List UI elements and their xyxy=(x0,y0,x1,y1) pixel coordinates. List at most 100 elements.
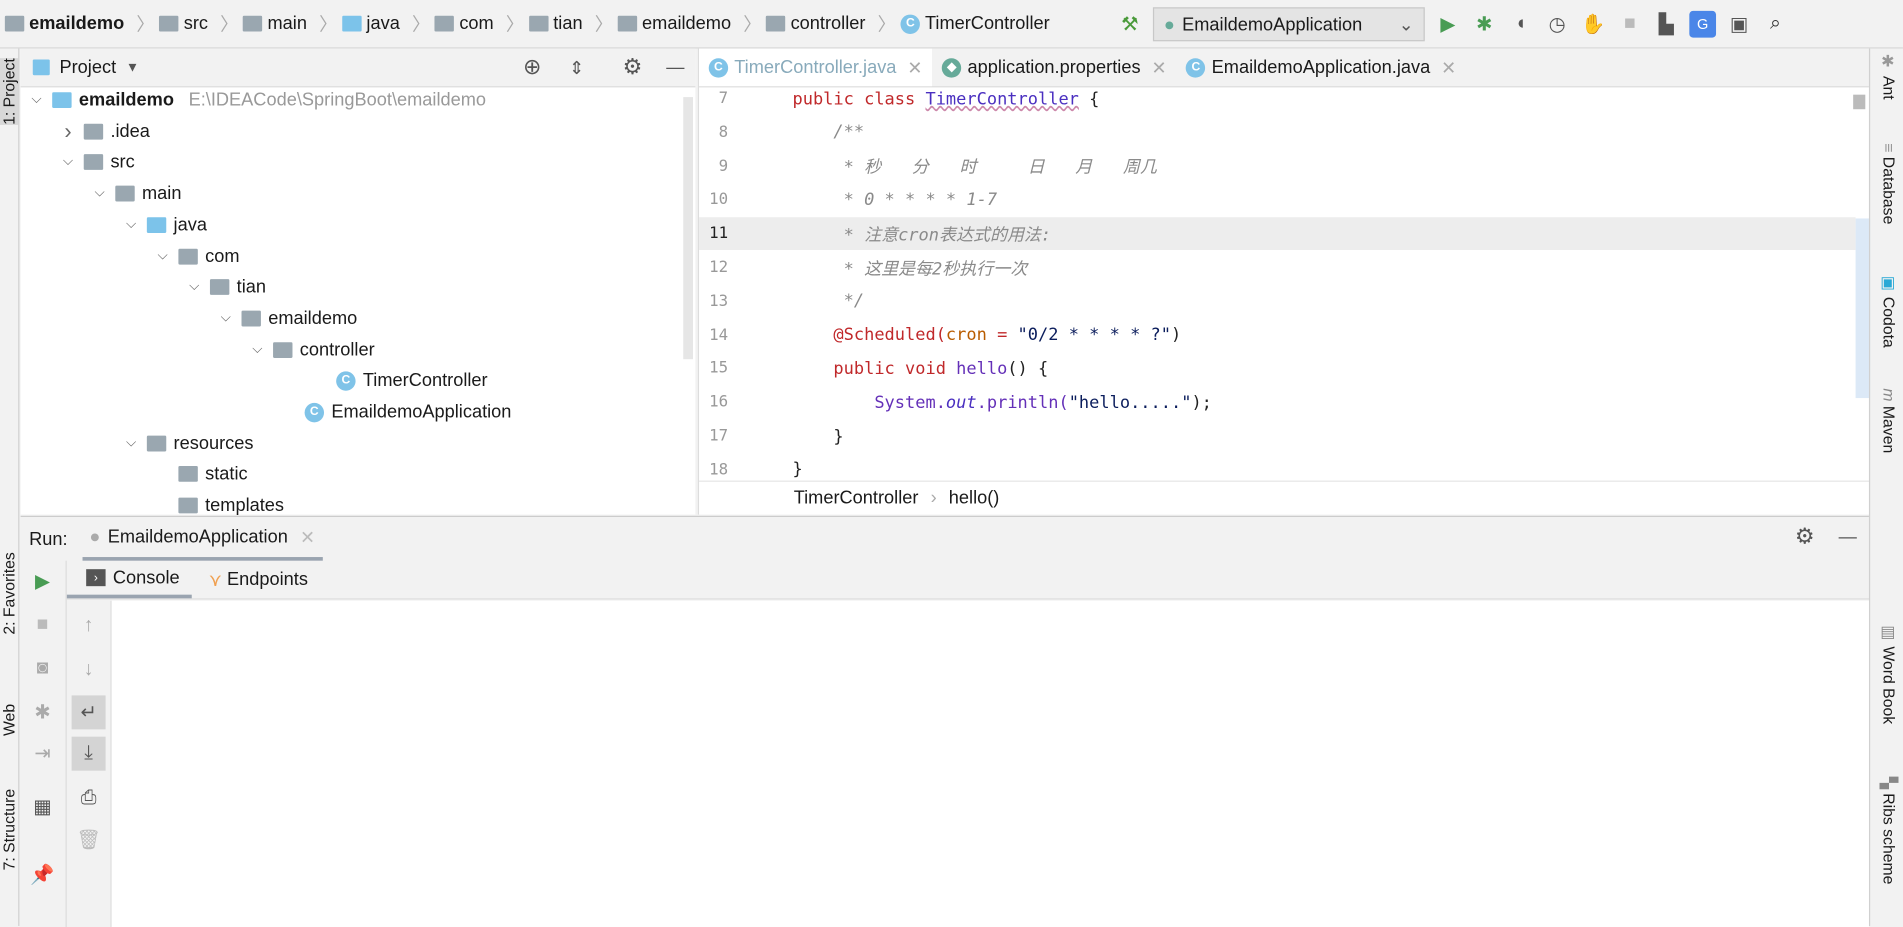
chevron-down-icon[interactable]: ⌵ xyxy=(249,342,266,358)
tool-window-structure[interactable]: 7: Structure xyxy=(0,789,18,871)
chevron-down-icon[interactable]: ⌵ xyxy=(217,311,234,327)
tree-item[interactable]: C EmaildemoApplication xyxy=(280,397,511,427)
run-header: Run: ● EmaildemoApplication ✕ ⚙ — xyxy=(21,517,1869,561)
minimize-icon[interactable]: — xyxy=(1839,527,1857,548)
line-number: 10 xyxy=(709,191,729,210)
profile-icon[interactable]: ◷ xyxy=(1544,11,1571,38)
minimize-icon[interactable]: — xyxy=(666,57,684,78)
close-icon[interactable]: ✕ xyxy=(1441,56,1456,79)
breadcrumb-method[interactable]: hello() xyxy=(949,488,1000,509)
tool-window-maven[interactable]: m Maven xyxy=(1880,388,1898,453)
layout-icon[interactable]: ▦ xyxy=(27,791,59,823)
tree-item[interactable]: ⌵ java xyxy=(123,210,207,240)
tree-item[interactable]: C TimerController xyxy=(312,366,488,396)
chevron-down-icon[interactable]: ⌵ xyxy=(28,92,45,108)
tree-item[interactable]: ⌵ resources xyxy=(123,428,253,458)
breadcrumb-item[interactable]: java xyxy=(342,13,400,34)
search-icon[interactable]: ⌕ xyxy=(1762,11,1789,38)
tree-item[interactable]: static xyxy=(154,459,248,489)
code-text: /** xyxy=(792,123,864,142)
stop-icon[interactable]: ■ xyxy=(1617,11,1644,38)
scroll-to-end-icon[interactable]: ⤓ xyxy=(71,736,106,771)
tree-item-label: templates xyxy=(205,495,285,516)
chevron-right-icon[interactable]: › xyxy=(59,119,76,144)
breadcrumb-item[interactable]: com xyxy=(435,13,494,34)
tree-item[interactable]: ⌵ com xyxy=(154,241,240,271)
chevron-down-icon[interactable]: ⌵ xyxy=(59,155,76,171)
chevron-down-icon[interactable]: ⌵ xyxy=(186,279,203,295)
trash-icon[interactable]: 🗑 xyxy=(73,824,105,856)
editor-tab[interactable]: ◆ application.properties ✕ xyxy=(932,49,1176,87)
collapse-all-icon[interactable]: ⇕ xyxy=(569,56,584,79)
code-line: 11 * 注意cron表达式的用法: xyxy=(699,217,1856,251)
breadcrumb-item[interactable]: tian xyxy=(528,13,583,34)
breadcrumb-item[interactable]: emaildemo xyxy=(4,13,124,34)
tab-endpoints[interactable]: ⋎ Endpoints xyxy=(192,561,325,599)
tree-item[interactable]: ⌵ main xyxy=(91,179,181,209)
gear-icon[interactable]: ⚙ xyxy=(623,55,643,80)
chevron-down-icon: ⌄ xyxy=(1398,14,1414,36)
chevron-down-icon[interactable]: ⌵ xyxy=(123,217,140,233)
terminal-icon[interactable]: ▣ xyxy=(1726,11,1753,38)
project-title[interactable]: Project xyxy=(59,57,116,78)
tool-window-ant[interactable]: ✱ Ant xyxy=(1880,53,1898,99)
exit-icon[interactable]: ⇥ xyxy=(27,738,59,770)
tool-window-database[interactable]: ≡ Database xyxy=(1880,143,1898,224)
tool-window-web[interactable]: Web xyxy=(0,704,18,736)
chevron-down-icon[interactable]: ⌵ xyxy=(123,435,140,451)
breadcrumb-item[interactable]: src xyxy=(159,13,208,34)
close-icon[interactable]: ✕ xyxy=(1151,56,1166,79)
stop-icon[interactable]: ■ xyxy=(27,609,59,641)
tree-item[interactable]: ⌵ controller xyxy=(249,334,374,364)
console-output[interactable] xyxy=(111,600,1869,927)
tool-window-project[interactable]: 1: Project xyxy=(0,58,19,125)
chevron-down-icon[interactable]: ⌵ xyxy=(91,186,108,202)
code-area[interactable]: 7 public class TimerController {8 /** 9 * … xyxy=(699,83,1856,483)
tree-item[interactable]: › .idea xyxy=(59,116,150,146)
tree-item[interactable]: ⌵ src xyxy=(59,147,135,177)
tool-window-favorites[interactable]: 2: Favorites xyxy=(0,552,18,634)
run-config-tab[interactable]: ● EmaildemoApplication ✕ xyxy=(82,517,323,561)
translate-icon[interactable]: G xyxy=(1689,10,1717,38)
editor-tab[interactable]: C TimerController.java ✕ xyxy=(699,48,933,87)
project-structure-icon[interactable]: ▙ xyxy=(1653,11,1680,38)
arrow-up-icon[interactable]: ↑ xyxy=(73,610,105,642)
close-icon[interactable]: ✕ xyxy=(300,526,315,548)
inspection-indicator[interactable] xyxy=(1853,94,1866,110)
tree-scrollbar[interactable] xyxy=(683,97,693,360)
line-number: 8 xyxy=(718,123,729,142)
tool-window-ribs-scheme[interactable]: ▚ Ribs scheme xyxy=(1880,777,1898,885)
chevron-down-icon[interactable]: ▼ xyxy=(126,60,139,75)
coverage-icon[interactable]: ◖ xyxy=(1507,11,1534,38)
pin-icon[interactable]: 📌 xyxy=(27,859,59,891)
camera-icon[interactable]: ◙ xyxy=(27,653,59,685)
code-token: /** xyxy=(792,122,865,143)
attach-icon[interactable]: ✋ xyxy=(1580,11,1607,38)
tab-console[interactable]: › Console xyxy=(66,561,192,599)
tool-window-word-book[interactable]: ▤ Word Book xyxy=(1880,624,1898,724)
close-icon[interactable]: ✕ xyxy=(907,56,922,79)
folder-icon xyxy=(209,279,230,296)
gear-icon[interactable]: ⚙ xyxy=(1795,524,1815,549)
editor-tab[interactable]: C EmaildemoApplication.java ✕ xyxy=(1176,49,1466,87)
print-icon[interactable]: ⎙ xyxy=(73,783,105,815)
tree-item[interactable]: ⌵ tian xyxy=(186,272,266,302)
rerun-icon[interactable]: ▶ xyxy=(27,566,59,598)
arrow-down-icon[interactable]: ↓ xyxy=(73,654,105,686)
debug-icon[interactable]: ✱ xyxy=(1471,11,1498,38)
breadcrumb-item[interactable]: controller xyxy=(766,13,865,34)
chevron-down-icon[interactable]: ⌵ xyxy=(154,248,171,264)
locate-icon[interactable]: ⊕ xyxy=(523,55,541,80)
run-config-select[interactable]: ● EmaildemoApplication ⌄ xyxy=(1152,7,1425,42)
breadcrumb-item[interactable]: main xyxy=(243,13,307,34)
breadcrumb-item[interactable]: emaildemo xyxy=(617,13,731,34)
soft-wrap-icon[interactable]: ↵ xyxy=(71,695,106,730)
build-hammer-icon[interactable]: ⚒ xyxy=(1117,11,1144,38)
breadcrumb-item[interactable]: C TimerController xyxy=(900,13,1050,34)
tool-window-codota[interactable]: ▣ Codota xyxy=(1880,274,1898,347)
tree-item[interactable]: ⌵ emaildemo xyxy=(217,303,358,333)
breadcrumb-class[interactable]: TimerController xyxy=(794,488,919,509)
debug-rerun-icon[interactable]: ✱ xyxy=(27,697,59,729)
tree-item[interactable]: ⌵ emaildemo E:\IDEACode\SpringBoot\emailde… xyxy=(28,85,486,115)
run-icon[interactable]: ▶ xyxy=(1434,11,1461,38)
